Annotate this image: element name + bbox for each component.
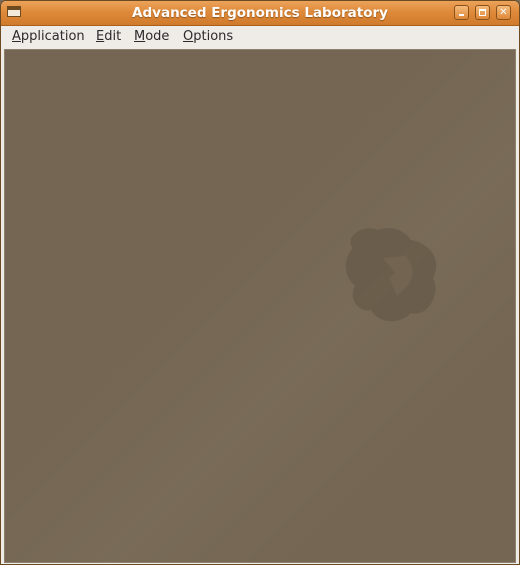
- menu-application[interactable]: Application: [12, 29, 85, 45]
- menu-edit-accel: E: [96, 29, 105, 44]
- window-title: Advanced Ergonomics Laboratory: [132, 5, 388, 21]
- menu-edit-label: dit: [104, 29, 122, 44]
- menu-options-accel: O: [183, 29, 194, 44]
- menu-options[interactable]: Options: [183, 29, 233, 45]
- title-bar[interactable]: Advanced Ergonomics Laboratory ✕: [1, 1, 519, 26]
- menu-mode[interactable]: Mode: [134, 29, 169, 45]
- application-window: Advanced Ergonomics Laboratory ✕ Applica…: [0, 0, 520, 565]
- menu-application-label: pplication: [20, 29, 85, 44]
- close-icon[interactable]: ✕: [496, 5, 511, 20]
- minimize-icon[interactable]: [454, 5, 469, 20]
- menu-application-accel: A: [12, 29, 21, 44]
- drawing-canvas[interactable]: [4, 49, 516, 563]
- menu-mode-label: ode: [145, 29, 170, 44]
- menu-edit[interactable]: Edit: [96, 29, 121, 45]
- menu-options-label: ptions: [193, 29, 234, 44]
- menu-mode-accel: M: [134, 29, 146, 44]
- ubuntu-tux-logo-icon: [345, 228, 437, 322]
- maximize-icon[interactable]: [475, 5, 490, 20]
- menu-bar: Application Edit Mode Options: [1, 26, 519, 48]
